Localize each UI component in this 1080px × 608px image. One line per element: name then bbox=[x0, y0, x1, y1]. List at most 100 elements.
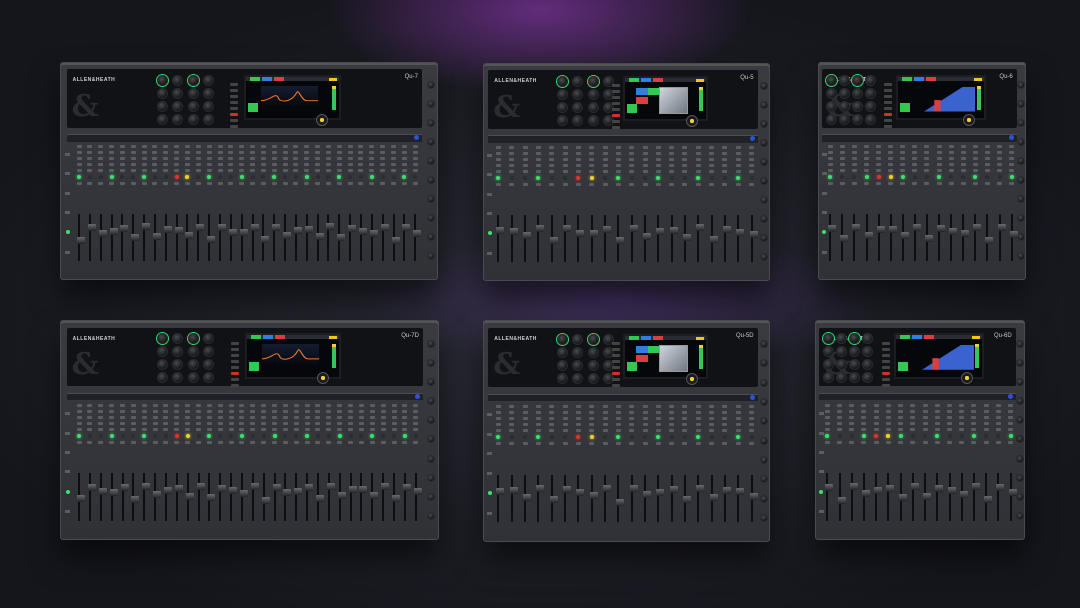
channel-button[interactable] bbox=[217, 163, 223, 167]
side-knob-icon[interactable] bbox=[1015, 358, 1024, 367]
channel-button[interactable] bbox=[947, 427, 952, 431]
channel-button[interactable] bbox=[912, 151, 918, 155]
channel-button[interactable] bbox=[615, 170, 621, 174]
fader-icon[interactable] bbox=[294, 487, 303, 495]
channel-button[interactable] bbox=[152, 151, 158, 155]
channel-button[interactable] bbox=[195, 145, 201, 149]
channel-button[interactable] bbox=[336, 157, 342, 161]
function-button[interactable] bbox=[612, 353, 621, 357]
mute-button[interactable] bbox=[749, 183, 755, 187]
channel-button[interactable] bbox=[562, 410, 568, 414]
channel-button[interactable] bbox=[695, 170, 701, 174]
rotary-knob-icon[interactable] bbox=[851, 101, 863, 113]
fader-icon[interactable] bbox=[923, 492, 932, 500]
rotary-knob-icon[interactable] bbox=[862, 372, 874, 384]
channel-button[interactable] bbox=[228, 427, 234, 431]
fader-icon[interactable] bbox=[402, 223, 411, 231]
fader-icon[interactable] bbox=[947, 486, 956, 494]
mute-button[interactable] bbox=[934, 440, 940, 444]
rotary-knob-icon[interactable] bbox=[572, 76, 584, 88]
mute-button[interactable] bbox=[109, 182, 115, 186]
channel-button[interactable] bbox=[174, 421, 180, 425]
mute-button[interactable] bbox=[358, 440, 364, 444]
channel-button[interactable] bbox=[984, 169, 990, 173]
channel-button[interactable] bbox=[250, 157, 256, 161]
channel-button[interactable] bbox=[602, 428, 608, 432]
touch-encoder-knob[interactable] bbox=[961, 372, 974, 385]
side-knob-icon[interactable] bbox=[1016, 81, 1025, 90]
side-knob-icon[interactable] bbox=[1015, 512, 1024, 521]
side-knob-icon[interactable] bbox=[1016, 138, 1025, 147]
layer-button[interactable] bbox=[818, 510, 824, 514]
channel-button[interactable] bbox=[401, 157, 407, 161]
channel-button[interactable] bbox=[1008, 403, 1014, 407]
fader-icon[interactable] bbox=[98, 488, 107, 496]
rotary-knob-icon[interactable] bbox=[849, 346, 861, 358]
channel-button[interactable] bbox=[971, 421, 977, 425]
channel-button[interactable] bbox=[260, 169, 266, 173]
channel-button[interactable] bbox=[358, 403, 364, 407]
channel-button[interactable] bbox=[851, 151, 857, 155]
channel-button[interactable] bbox=[163, 169, 169, 173]
side-knob-icon[interactable] bbox=[427, 416, 436, 425]
fader-icon[interactable] bbox=[142, 483, 151, 491]
channel-button[interactable] bbox=[1008, 427, 1014, 431]
channel-button[interactable] bbox=[669, 410, 675, 414]
channel-button[interactable] bbox=[695, 158, 701, 162]
mute-button[interactable] bbox=[948, 182, 954, 186]
fader-icon[interactable] bbox=[272, 483, 281, 491]
channel-button[interactable] bbox=[562, 170, 568, 174]
fader-icon[interactable] bbox=[749, 492, 758, 500]
channel-button[interactable] bbox=[960, 145, 966, 149]
fader-icon[interactable] bbox=[589, 491, 598, 499]
rotary-knob-icon[interactable] bbox=[187, 372, 199, 384]
channel-button[interactable] bbox=[682, 422, 688, 426]
channel-button[interactable] bbox=[995, 415, 1001, 419]
channel-button[interactable] bbox=[98, 157, 104, 161]
rotary-knob-icon[interactable] bbox=[823, 333, 835, 345]
side-knob-icon[interactable] bbox=[759, 359, 768, 368]
channel-button[interactable] bbox=[163, 157, 169, 161]
channel-button[interactable] bbox=[837, 403, 843, 407]
fader-icon[interactable] bbox=[250, 483, 259, 491]
channel-button[interactable] bbox=[391, 157, 396, 161]
function-button[interactable] bbox=[612, 102, 621, 106]
channel-button[interactable] bbox=[912, 145, 918, 149]
channel-button[interactable] bbox=[109, 157, 115, 161]
channel-button[interactable] bbox=[282, 409, 288, 413]
channel-button[interactable] bbox=[337, 427, 343, 431]
channel-button[interactable] bbox=[141, 421, 147, 425]
channel-button[interactable] bbox=[948, 145, 954, 149]
channel-button[interactable] bbox=[196, 409, 202, 413]
channel-button[interactable] bbox=[130, 403, 136, 407]
channel-button[interactable] bbox=[87, 409, 93, 413]
fader-icon[interactable] bbox=[326, 483, 335, 491]
channel-button[interactable] bbox=[910, 403, 916, 407]
channel-button[interactable] bbox=[735, 164, 741, 168]
side-knob-icon[interactable] bbox=[759, 158, 768, 167]
channel-button[interactable] bbox=[228, 157, 234, 161]
mute-button[interactable] bbox=[261, 440, 267, 444]
channel-button[interactable] bbox=[602, 170, 608, 174]
rotary-knob-icon[interactable] bbox=[556, 102, 568, 114]
channel-button[interactable] bbox=[924, 169, 930, 173]
rotary-knob-icon[interactable] bbox=[836, 333, 848, 345]
channel-button[interactable] bbox=[575, 404, 581, 408]
channel-button[interactable] bbox=[695, 164, 701, 168]
channel-button[interactable] bbox=[185, 421, 191, 425]
function-button[interactable] bbox=[884, 89, 893, 93]
channel-button[interactable] bbox=[562, 152, 568, 156]
fader-icon[interactable] bbox=[643, 232, 651, 240]
channel-button[interactable] bbox=[509, 404, 515, 408]
mute-button[interactable] bbox=[936, 182, 942, 186]
mute-button[interactable] bbox=[682, 441, 688, 445]
channel-button[interactable] bbox=[749, 170, 755, 174]
channel-button[interactable] bbox=[735, 404, 741, 408]
channel-button[interactable] bbox=[655, 152, 661, 156]
channel-button[interactable] bbox=[522, 422, 528, 426]
channel-button[interactable] bbox=[163, 421, 169, 425]
mute-button[interactable] bbox=[391, 440, 397, 444]
channel-button[interactable] bbox=[152, 403, 158, 407]
channel-button[interactable] bbox=[629, 146, 635, 150]
fader-icon[interactable] bbox=[937, 224, 946, 232]
